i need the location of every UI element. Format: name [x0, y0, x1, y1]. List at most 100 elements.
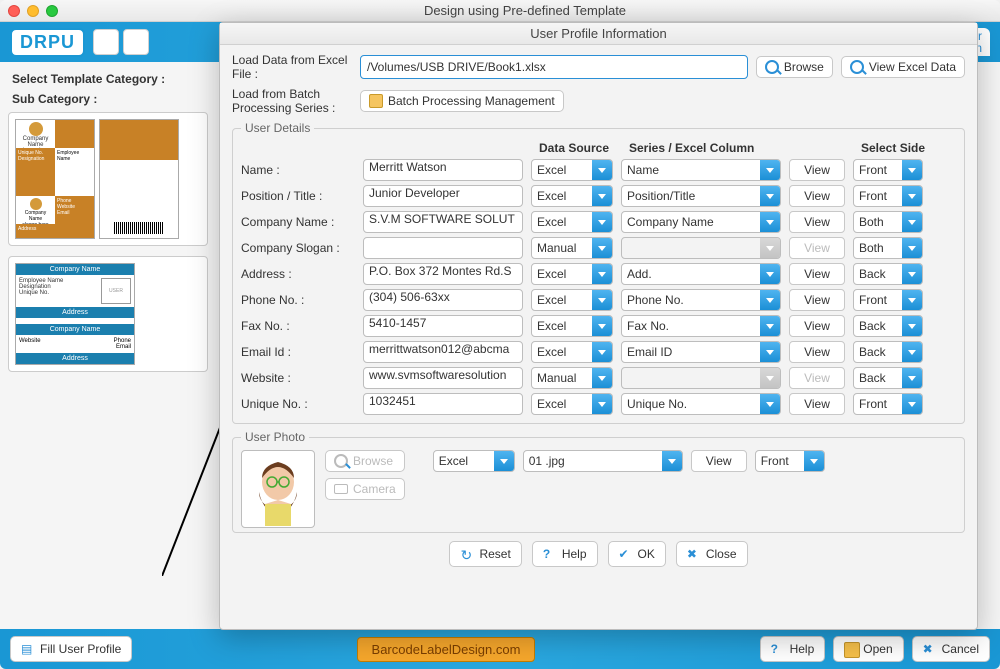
field-input[interactable]: merrittwatson012@abcma [363, 341, 523, 363]
photo-source-select[interactable]: Excel [433, 450, 515, 472]
dialog-title: User Profile Information [220, 23, 977, 45]
field-input[interactable] [363, 237, 523, 259]
data-source-select[interactable]: Excel [531, 341, 613, 363]
chevron-down-icon [760, 394, 780, 414]
main-titlebar: Design using Pre-defined Template [0, 0, 1000, 22]
site-link-badge[interactable]: BarcodeLabelDesign.com [357, 637, 536, 662]
view-excel-button[interactable]: View Excel Data [841, 56, 965, 78]
chevron-down-icon [592, 212, 612, 232]
view-button[interactable]: View [789, 289, 845, 311]
fill-user-profile-button[interactable]: Fill User Profile [10, 636, 132, 662]
photo-col-select[interactable]: 01 .jpg [523, 450, 683, 472]
user-detail-row: Email Id : merrittwatson012@abcma Excel Ema… [241, 341, 956, 363]
side-select[interactable]: Back [853, 341, 923, 363]
chevron-down-icon [760, 290, 780, 310]
user-photo-legend: User Photo [241, 430, 309, 444]
data-source-select[interactable]: Manual [531, 367, 613, 389]
traffic-minimize-icon[interactable] [27, 5, 39, 17]
view-button[interactable]: View [789, 211, 845, 233]
toolbar-icon[interactable] [93, 29, 119, 55]
chevron-down-icon [902, 394, 922, 414]
series-column-select[interactable]: Company Name [621, 211, 781, 233]
user-detail-row: Name :Merritt WatsonExcelNameViewFront [241, 159, 956, 181]
toolbar-icons [93, 29, 149, 55]
view-button[interactable]: View [789, 263, 845, 285]
data-source-select[interactable]: Excel [531, 263, 613, 285]
view-button[interactable]: View [789, 159, 845, 181]
sub-category-label: Sub Category : [12, 92, 208, 106]
chevron-down-icon [760, 342, 780, 362]
toolbar-icon[interactable] [123, 29, 149, 55]
chevron-down-icon [592, 186, 612, 206]
logo: DRPU [10, 28, 85, 57]
side-select[interactable]: Front [853, 289, 923, 311]
chevron-down-icon [760, 368, 780, 388]
open-button[interactable]: Open [833, 636, 903, 662]
photo-browse-button[interactable]: Browse [325, 450, 405, 472]
chevron-down-icon [592, 342, 612, 362]
data-source-select[interactable]: Excel [531, 393, 613, 415]
photo-view-button[interactable]: View [691, 450, 747, 472]
series-column-select[interactable]: Add. [621, 263, 781, 285]
side-select[interactable]: Back [853, 263, 923, 285]
user-details-fieldset: User Details Data Source Series / Excel … [232, 121, 965, 424]
field-input[interactable]: 1032451 [363, 393, 523, 415]
help-button[interactable]: Help [760, 636, 826, 662]
template-thumb-1[interactable]: Company Nameslogan here Unique No.Design… [8, 112, 208, 246]
photo-camera-button[interactable]: Camera [325, 478, 405, 500]
series-column-select[interactable]: Phone No. [621, 289, 781, 311]
side-select[interactable]: Back [853, 367, 923, 389]
field-input[interactable]: S.V.M SOFTWARE SOLUT [363, 211, 523, 233]
side-select[interactable]: Both [853, 211, 923, 233]
side-select[interactable]: Back [853, 315, 923, 337]
ok-button[interactable]: OK [608, 541, 666, 567]
field-input[interactable]: www.svmsoftwaresolution [363, 367, 523, 389]
batch-processing-button[interactable]: Batch Processing Management [360, 90, 564, 112]
data-source-select[interactable]: Manual [531, 237, 613, 259]
photo-side-select[interactable]: Front [755, 450, 825, 472]
data-source-select[interactable]: Excel [531, 185, 613, 207]
series-column-select[interactable]: Position/Title [621, 185, 781, 207]
select-template-label: Select Template Category : [12, 72, 208, 86]
user-detail-row: Company Name :S.V.M SOFTWARE SOLUTExcelC… [241, 211, 956, 233]
chevron-down-icon [494, 451, 514, 471]
view-button[interactable]: View [789, 341, 845, 363]
field-input[interactable]: Junior Developer [363, 185, 523, 207]
traffic-zoom-icon[interactable] [46, 5, 58, 17]
excel-path-input[interactable] [360, 55, 748, 79]
browse-button[interactable]: Browse [756, 56, 833, 78]
series-column-select[interactable]: Email ID [621, 341, 781, 363]
side-select[interactable]: Front [853, 393, 923, 415]
list-icon [369, 94, 383, 108]
side-select[interactable]: Front [853, 185, 923, 207]
series-column-select[interactable]: Unique No. [621, 393, 781, 415]
field-input[interactable]: (304) 506-63xx [363, 289, 523, 311]
data-source-select[interactable]: Excel [531, 315, 613, 337]
field-label: Email Id : [241, 345, 355, 359]
side-select[interactable]: Both [853, 237, 923, 259]
chevron-down-icon [662, 451, 682, 471]
field-input[interactable]: P.O. Box 372 Montes Rd.S [363, 263, 523, 285]
series-column-select[interactable]: Fax No. [621, 315, 781, 337]
help-icon [543, 547, 557, 561]
search-icon [765, 60, 779, 74]
reset-button[interactable]: Reset [449, 541, 521, 567]
data-source-select[interactable]: Excel [531, 289, 613, 311]
chevron-down-icon [760, 160, 780, 180]
view-button[interactable]: View [789, 315, 845, 337]
series-column-select[interactable]: Name [621, 159, 781, 181]
field-input[interactable]: Merritt Watson [363, 159, 523, 181]
side-select[interactable]: Front [853, 159, 923, 181]
field-input[interactable]: 5410-1457 [363, 315, 523, 337]
dialog-close-button[interactable]: Close [676, 541, 748, 567]
view-button[interactable]: View [789, 393, 845, 415]
cancel-button[interactable]: Cancel [912, 636, 990, 662]
chevron-down-icon [902, 342, 922, 362]
data-source-select[interactable]: Excel [531, 211, 613, 233]
template-thumb-2[interactable]: Company Name Employee NameDesignationUni… [8, 256, 208, 372]
data-source-select[interactable]: Excel [531, 159, 613, 181]
traffic-close-icon[interactable] [8, 5, 20, 17]
dialog-help-button[interactable]: Help [532, 541, 598, 567]
chevron-down-icon [592, 264, 612, 284]
view-button[interactable]: View [789, 185, 845, 207]
